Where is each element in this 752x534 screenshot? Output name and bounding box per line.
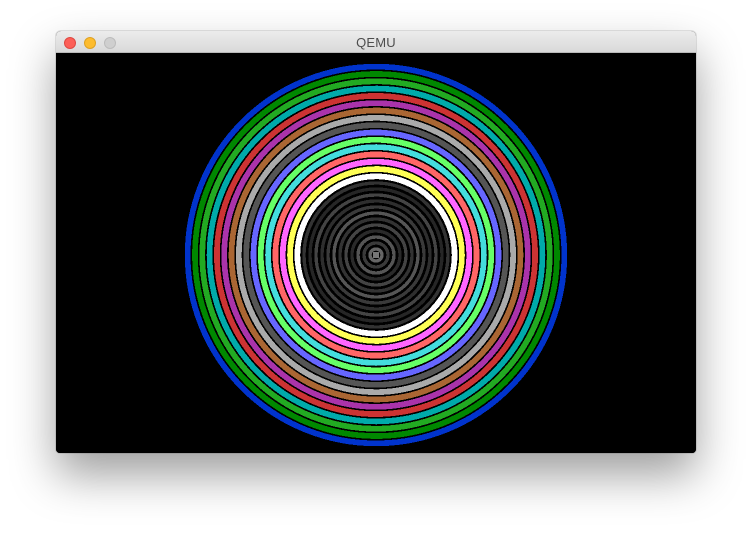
qemu-window: QEMU <box>56 31 696 453</box>
title-bar[interactable]: QEMU <box>56 31 696 53</box>
concentric-rings-graphic <box>56 53 696 453</box>
emulator-display[interactable] <box>56 53 696 453</box>
window-title: QEMU <box>356 35 396 50</box>
center-dot <box>373 252 379 258</box>
